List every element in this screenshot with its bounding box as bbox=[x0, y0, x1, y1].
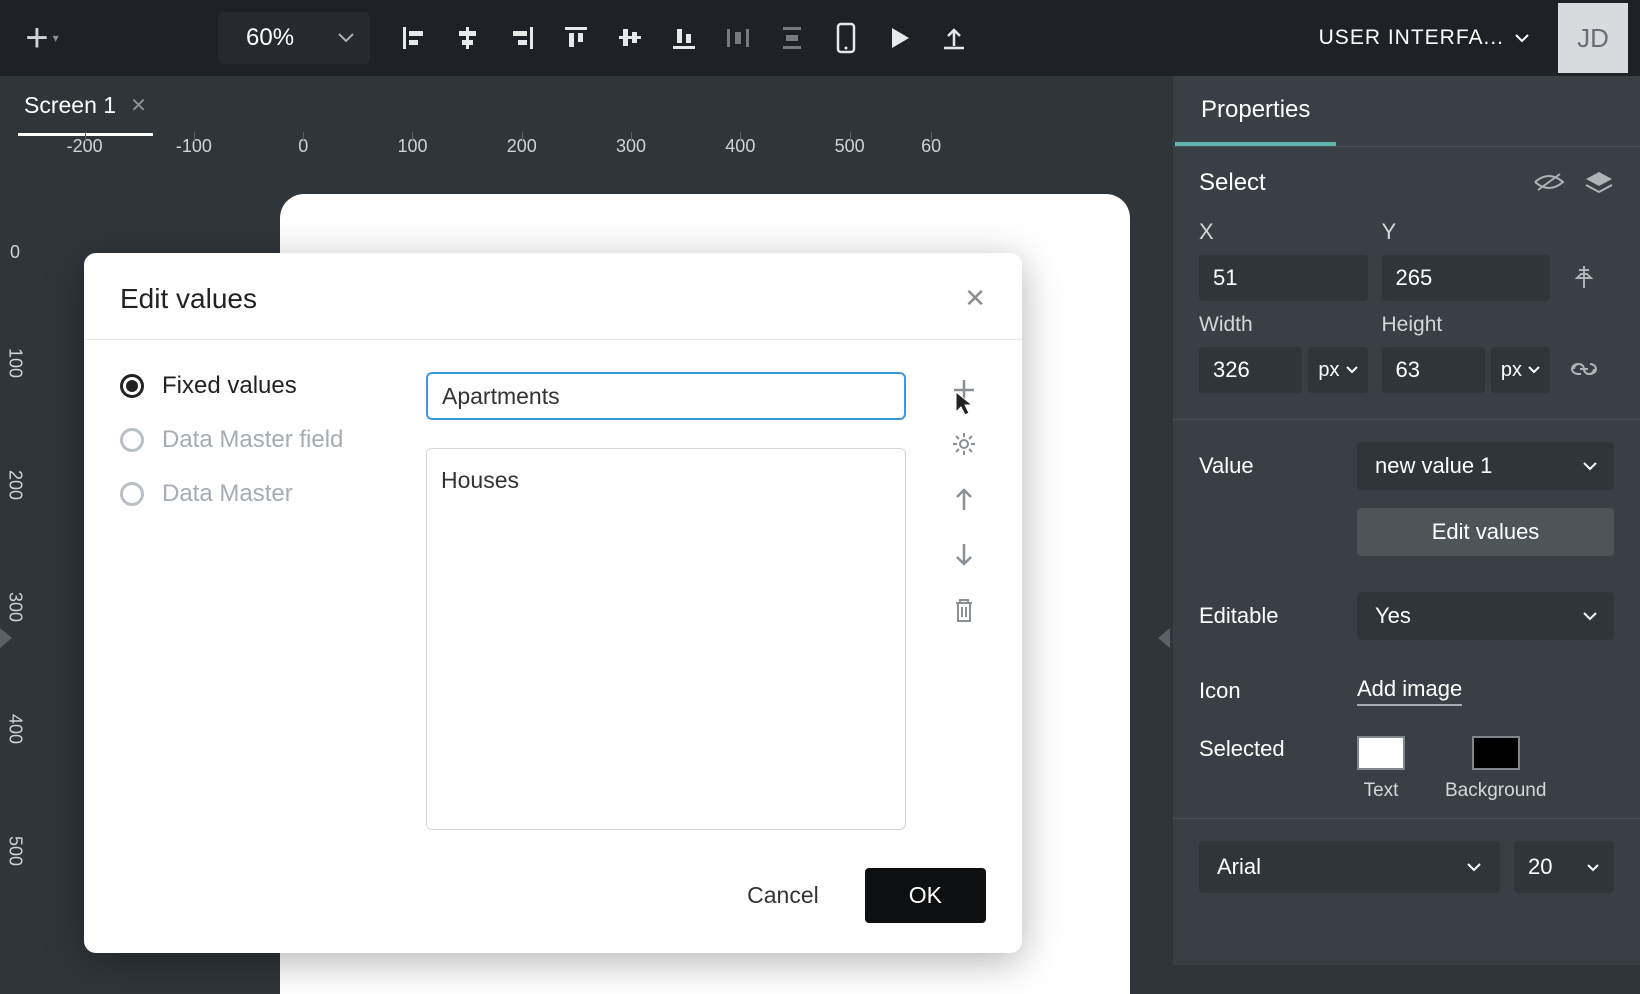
value-dropdown[interactable]: new value 1 bbox=[1357, 442, 1614, 490]
align-right-icon[interactable] bbox=[504, 20, 540, 56]
editable-row: Editable Yes bbox=[1173, 574, 1640, 658]
x-label: X bbox=[1199, 219, 1219, 245]
element-type-row: Select bbox=[1173, 146, 1640, 219]
chevron-down-icon bbox=[1586, 863, 1600, 872]
upload-icon[interactable] bbox=[936, 20, 972, 56]
new-value-input[interactable] bbox=[426, 372, 906, 420]
project-name-label: USER INTERFA... bbox=[1319, 26, 1504, 50]
chevron-down-icon bbox=[1466, 862, 1482, 872]
radio-icon bbox=[120, 374, 144, 398]
chevron-down-icon: ▾ bbox=[53, 31, 59, 45]
height-input[interactable]: 63 bbox=[1382, 347, 1485, 393]
edit-values-button[interactable]: Edit values bbox=[1357, 508, 1614, 556]
text-swatch-label: Text bbox=[1364, 780, 1399, 802]
top-toolbar: + ▾ 60% USER INTERFA... JD bbox=[0, 0, 1640, 76]
y-label: Y bbox=[1382, 219, 1402, 245]
selected-row: Selected Text Background bbox=[1173, 724, 1640, 814]
move-down-icon[interactable] bbox=[952, 540, 976, 570]
plus-icon: + bbox=[25, 16, 48, 61]
ruler-vertical: 0 100 200 300 400 500 bbox=[0, 188, 30, 965]
cursor-icon bbox=[952, 390, 978, 420]
settings-icon[interactable] bbox=[950, 430, 978, 458]
radio-data-master[interactable]: Data Master bbox=[120, 480, 390, 508]
add-image-link[interactable]: Add image bbox=[1357, 676, 1462, 706]
element-type: Select bbox=[1199, 169, 1266, 197]
value-row: Value new value 1 Edit values bbox=[1173, 424, 1640, 574]
properties-panel: Properties Select X 51 Y 265 Width 326 p… bbox=[1173, 76, 1640, 965]
panel-expand-left-icon[interactable] bbox=[0, 628, 12, 648]
values-list[interactable]: Houses bbox=[426, 448, 906, 830]
radio-icon bbox=[120, 428, 144, 452]
align-middle-v-icon[interactable] bbox=[612, 20, 648, 56]
ruler-horizontal: -200 -100 0 100 200 300 400 500 60 bbox=[30, 136, 958, 188]
text-color-swatch[interactable] bbox=[1357, 736, 1405, 770]
radio-fixed-values[interactable]: Fixed values bbox=[120, 372, 390, 400]
editable-label: Editable bbox=[1199, 603, 1339, 629]
position-group: X 51 Y 265 bbox=[1173, 219, 1640, 301]
align-top-icon[interactable] bbox=[558, 20, 594, 56]
width-unit-dropdown[interactable]: px bbox=[1308, 347, 1367, 393]
tab-screen-1[interactable]: Screen 1 ✕ bbox=[18, 82, 153, 136]
panel-expand-right-icon[interactable] bbox=[1158, 628, 1170, 648]
delete-icon[interactable] bbox=[952, 596, 976, 624]
icon-row: Icon Add image bbox=[1173, 658, 1640, 724]
layers-icon[interactable] bbox=[1584, 170, 1614, 196]
properties-title: Properties bbox=[1175, 76, 1336, 146]
align-left-icon[interactable] bbox=[396, 20, 432, 56]
font-row: Arial 20 bbox=[1173, 823, 1640, 911]
width-input[interactable]: 326 bbox=[1199, 347, 1302, 393]
play-icon[interactable] bbox=[882, 20, 918, 56]
ok-button[interactable]: OK bbox=[865, 868, 986, 923]
move-up-icon[interactable] bbox=[952, 484, 976, 514]
font-family-dropdown[interactable]: Arial bbox=[1199, 841, 1500, 893]
source-radio-group: Fixed values Data Master field Data Mast… bbox=[120, 372, 390, 830]
selected-label: Selected bbox=[1199, 736, 1339, 802]
edit-values-dialog: Edit values ✕ Fixed values Data Master f… bbox=[84, 253, 1022, 953]
align-center-h-icon[interactable] bbox=[450, 20, 486, 56]
background-color-swatch[interactable] bbox=[1472, 736, 1520, 770]
pin-icon[interactable] bbox=[1564, 257, 1604, 297]
chevron-down-icon bbox=[322, 32, 370, 44]
add-value-icon[interactable] bbox=[950, 376, 978, 404]
user-avatar[interactable]: JD bbox=[1558, 3, 1628, 73]
project-name-dropdown[interactable]: USER INTERFA... bbox=[1319, 26, 1530, 50]
height-unit-dropdown[interactable]: px bbox=[1491, 347, 1550, 393]
zoom-control[interactable]: 60% bbox=[218, 12, 370, 64]
visibility-icon[interactable] bbox=[1532, 170, 1566, 196]
width-label: Width bbox=[1199, 313, 1368, 337]
toolbar-right: USER INTERFA... JD bbox=[1319, 3, 1628, 73]
size-group: Width 326 px Height 63 px bbox=[1173, 301, 1640, 415]
x-input[interactable]: 51 bbox=[1199, 255, 1368, 301]
dialog-title: Edit values bbox=[120, 283, 257, 315]
radio-data-master-field[interactable]: Data Master field bbox=[120, 426, 390, 454]
value-label: Value bbox=[1199, 453, 1339, 479]
distribute-h-icon[interactable] bbox=[720, 20, 756, 56]
chevron-down-icon bbox=[1582, 461, 1598, 471]
tab-label: Screen 1 bbox=[24, 92, 116, 119]
close-icon[interactable]: ✕ bbox=[964, 283, 986, 314]
list-item[interactable]: Houses bbox=[441, 463, 891, 498]
y-input[interactable]: 265 bbox=[1382, 255, 1551, 301]
font-size-dropdown[interactable]: 20 bbox=[1514, 841, 1614, 893]
distribute-v-icon[interactable] bbox=[774, 20, 810, 56]
editable-dropdown[interactable]: Yes bbox=[1357, 592, 1614, 640]
close-icon[interactable]: ✕ bbox=[130, 93, 147, 118]
align-tools bbox=[396, 20, 972, 56]
device-icon[interactable] bbox=[828, 20, 864, 56]
add-element-button[interactable]: + ▾ bbox=[12, 14, 72, 62]
cancel-button[interactable]: Cancel bbox=[719, 868, 847, 923]
link-dimensions-icon[interactable] bbox=[1564, 349, 1604, 389]
chevron-down-icon bbox=[1514, 33, 1530, 43]
radio-icon bbox=[120, 482, 144, 506]
align-bottom-icon[interactable] bbox=[666, 20, 702, 56]
chevron-down-icon bbox=[1582, 611, 1598, 621]
icon-label: Icon bbox=[1199, 678, 1339, 704]
bg-swatch-label: Background bbox=[1445, 780, 1546, 802]
zoom-value: 60% bbox=[218, 24, 322, 52]
height-label: Height bbox=[1382, 313, 1551, 337]
